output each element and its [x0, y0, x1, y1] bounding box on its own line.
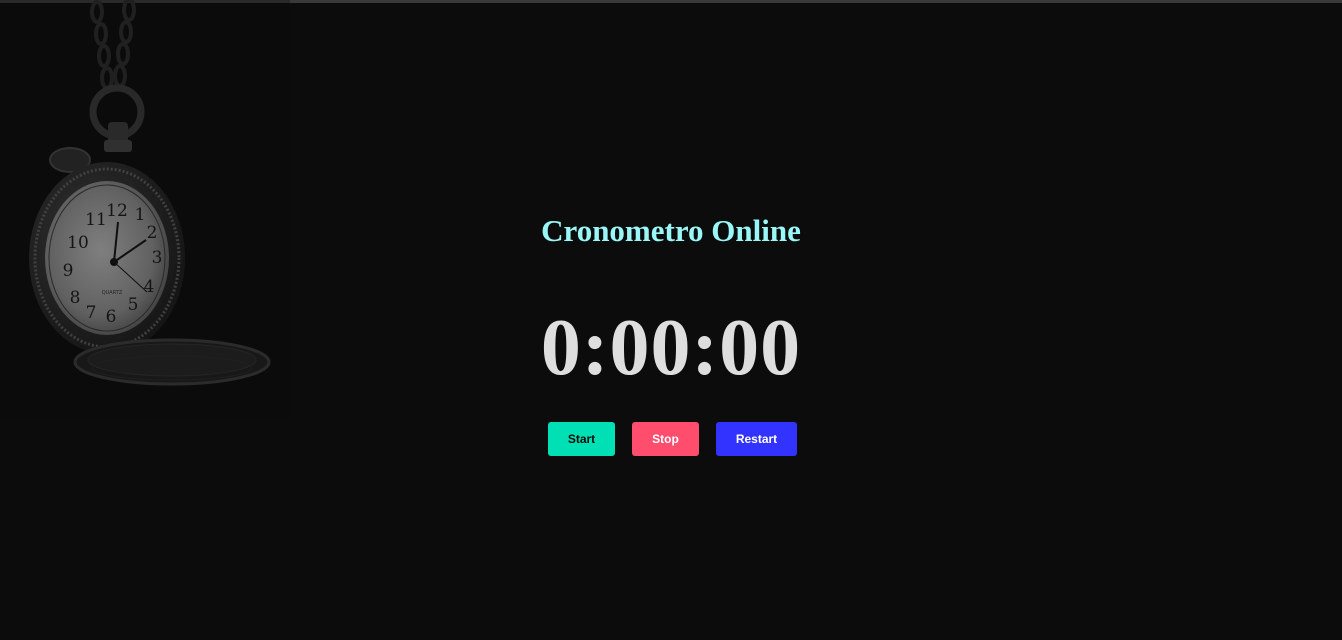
page-title: Cronometro Online — [541, 213, 801, 248]
stop-button[interactable]: Stop — [632, 422, 699, 456]
timer-controls: Start Stop Restart — [548, 422, 797, 456]
timer-display: 0:00:00 — [540, 304, 802, 392]
page: 12 1 2 3 4 5 6 7 8 9 10 11 QUARTZ Cronom… — [0, 0, 1342, 640]
start-button[interactable]: Start — [548, 422, 615, 456]
restart-button[interactable]: Restart — [716, 422, 797, 456]
